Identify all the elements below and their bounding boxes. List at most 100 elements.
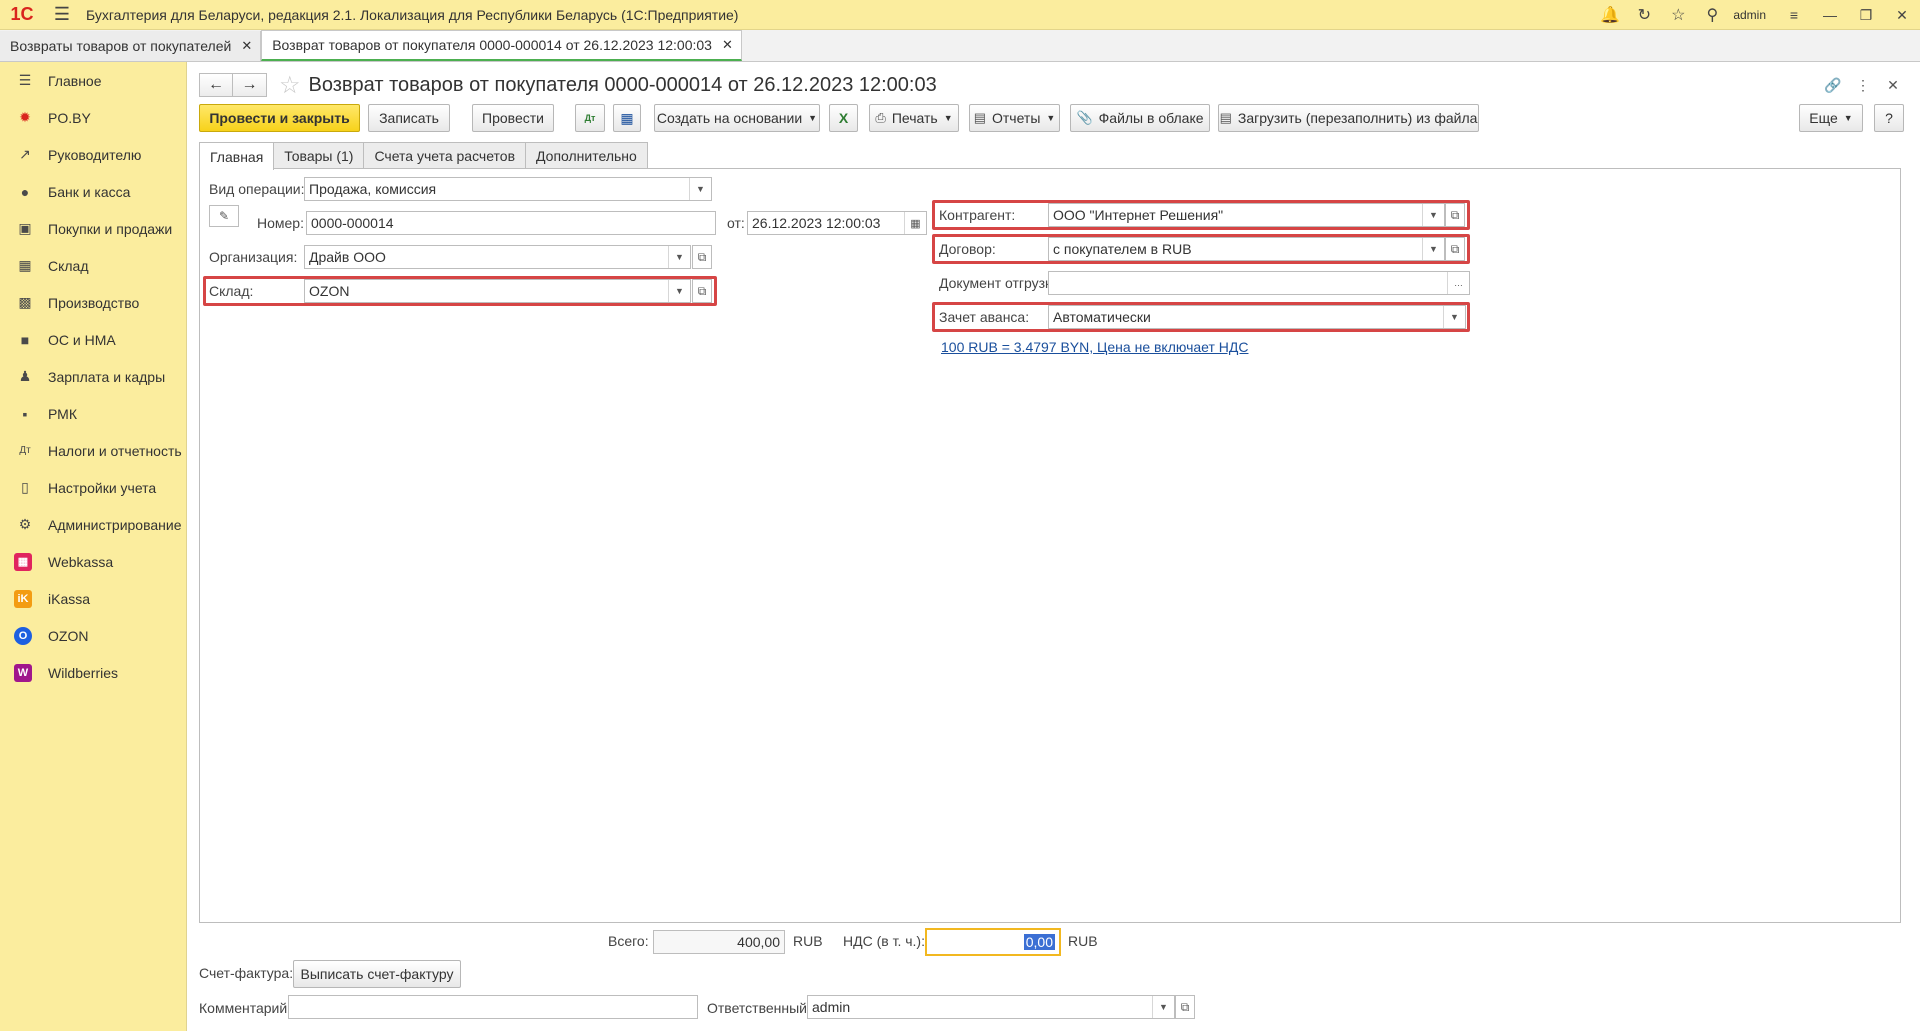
contract-field[interactable]: с покупателем в RUB ▼: [1048, 237, 1445, 261]
sidebar-item-settings[interactable]: ▯ Настройки учета: [0, 469, 186, 506]
open-icon[interactable]: ⧉: [1175, 995, 1195, 1019]
bell-icon[interactable]: 🔔: [1593, 0, 1627, 30]
sidebar-item-ikassa[interactable]: iK iKassa: [0, 580, 186, 617]
back-button[interactable]: ←: [199, 73, 233, 97]
issue-invoice-button[interactable]: Выписать счет-фактуру: [293, 960, 461, 988]
tab-returns-list[interactable]: Возвраты товаров от покупателей ✕: [0, 31, 262, 61]
operation-type-label: Вид операции:: [209, 181, 305, 197]
sidebar-item-production[interactable]: ▩ Производство: [0, 284, 186, 321]
number-edit-icon[interactable]: ✎: [209, 205, 239, 227]
excel-icon[interactable]: X: [829, 104, 858, 132]
date-field[interactable]: 26.12.2023 12:00:03 ▦: [747, 211, 927, 235]
print-button[interactable]: ⎙ Печать ▼: [869, 104, 959, 132]
help-button[interactable]: ?: [1874, 104, 1904, 132]
tab-settlement-accounts[interactable]: Счета учета расчетов: [363, 142, 527, 169]
advance-offset-field[interactable]: Автоматически ▼: [1048, 305, 1466, 329]
chevron-down-icon[interactable]: ▼: [689, 178, 711, 200]
chevron-down-icon[interactable]: ▼: [668, 280, 690, 302]
exchange-rate-link[interactable]: 100 RUB = 3.4797 BYN, Цена не включает Н…: [941, 339, 1248, 355]
create-based-on-button[interactable]: Создать на основании ▼: [654, 104, 820, 132]
reports-label: Отчеты: [991, 110, 1041, 126]
sidebar-item-taxes[interactable]: Дт Налоги и отчетность: [0, 432, 186, 469]
sidebar-item-warehouse[interactable]: ▦ Склад: [0, 247, 186, 284]
total-currency: RUB: [793, 933, 823, 949]
star-icon[interactable]: ☆: [1661, 0, 1695, 30]
post-button[interactable]: Провести: [472, 104, 554, 132]
tab-close-icon[interactable]: ✕: [241, 38, 252, 54]
minimize-icon[interactable]: —: [1812, 0, 1848, 30]
load-from-file-label: Загрузить (перезаполнить) из файла: [1237, 110, 1478, 126]
chevron-down-icon[interactable]: ▼: [1422, 204, 1444, 226]
open-icon[interactable]: ⧉: [1445, 203, 1465, 227]
gear-icon: ⚙: [18, 516, 32, 532]
shipment-doc-field[interactable]: …: [1048, 271, 1470, 295]
responsible-value: admin: [812, 999, 851, 1015]
open-icon[interactable]: ⧉: [692, 245, 712, 269]
sidebar-item-main[interactable]: ☰ Главное: [0, 62, 186, 99]
tab-return-document[interactable]: Возврат товаров от покупателя 0000-00001…: [261, 30, 742, 61]
main-tab-panel: Вид операции: Продажа, комиссия ▼ ✎ Номер…: [199, 168, 1901, 923]
organization-field[interactable]: Драйв ООО ▼: [304, 245, 691, 269]
load-from-file-button[interactable]: ▤ Загрузить (перезаполнить) из файла: [1218, 104, 1479, 132]
search-icon[interactable]: ⚲: [1695, 0, 1729, 30]
sidebar-item-ozon[interactable]: O OZON: [0, 617, 186, 654]
files-cloud-button[interactable]: 📎 Файлы в облаке: [1070, 104, 1210, 132]
close-icon[interactable]: ✕: [1884, 0, 1920, 30]
sidebar-item-webkassa[interactable]: ▦ Webkassa: [0, 543, 186, 580]
history-icon[interactable]: ↻: [1627, 0, 1661, 30]
reports-button[interactable]: ▤ Отчеты ▼: [969, 104, 1060, 132]
invoice-label: Счет-фактура:: [199, 965, 294, 981]
sidebar-item-label: Зарплата и кадры: [48, 368, 166, 385]
sidebar-item-po-by[interactable]: ✹ PO.BY: [0, 99, 186, 136]
vat-field[interactable]: 0,00: [925, 928, 1061, 956]
restore-icon[interactable]: ❐: [1848, 0, 1884, 30]
open-icon[interactable]: ⧉: [692, 279, 712, 303]
printer-icon: ⎙: [875, 110, 886, 125]
calendar-icon[interactable]: ▦: [904, 212, 926, 234]
sidebar-item-rmk[interactable]: ▪ РМК: [0, 395, 186, 432]
tab-goods[interactable]: Товары (1): [273, 142, 365, 169]
chevron-down-icon[interactable]: ▼: [1152, 996, 1174, 1018]
more-vertical-icon[interactable]: ⋮: [1848, 74, 1878, 96]
create-based-on-label: Создать на основании: [656, 110, 803, 126]
tab-label: Возвраты товаров от покупателей: [10, 38, 232, 54]
dt-kt-button-icon[interactable]: Дт: [575, 104, 605, 132]
responsible-field[interactable]: admin ▼: [807, 995, 1175, 1019]
post-and-close-button[interactable]: Провести и закрыть: [199, 104, 360, 132]
forward-button[interactable]: →: [233, 73, 267, 97]
sidebar-item-label: РМК: [48, 405, 77, 422]
favorite-star-icon[interactable]: ☆: [279, 71, 301, 100]
sidebar-item-admin[interactable]: ⚙ Администрирование: [0, 506, 186, 543]
chevron-down-icon[interactable]: ▼: [668, 246, 690, 268]
sidebar-item-manager[interactable]: ↗ Руководителю: [0, 136, 186, 173]
tab-additional[interactable]: Дополнительно: [525, 142, 648, 169]
more-button[interactable]: Еще ▼: [1799, 104, 1863, 132]
tab-close-icon[interactable]: ✕: [722, 37, 733, 53]
ellipsis-icon[interactable]: …: [1447, 272, 1469, 294]
form-header-actions: 🔗 ⋮ ✕: [1818, 74, 1908, 96]
open-icon[interactable]: ⧉: [1445, 237, 1465, 261]
tab-main[interactable]: Главная: [199, 142, 275, 170]
sidebar-item-salary[interactable]: ♟ Зарплата и кадры: [0, 358, 186, 395]
counterparty-field[interactable]: ООО "Интернет Решения" ▼: [1048, 203, 1445, 227]
save-button[interactable]: Записать: [368, 104, 450, 132]
comment-field[interactable]: [288, 995, 698, 1019]
warehouse-field[interactable]: OZON ▼: [304, 279, 691, 303]
close-form-icon[interactable]: ✕: [1878, 74, 1908, 96]
sidebar-item-bank[interactable]: ● Банк и касса: [0, 173, 186, 210]
operation-type-field[interactable]: Продажа, комиссия ▼: [304, 177, 712, 201]
sidebar-item-sales[interactable]: ▣ Покупки и продажи: [0, 210, 186, 247]
user-name[interactable]: admin: [1733, 8, 1766, 22]
counterparty-value: ООО "Интернет Решения": [1053, 207, 1224, 223]
chevron-down-icon[interactable]: ▼: [1443, 306, 1465, 328]
main-menu-icon[interactable]: ☰: [44, 0, 80, 30]
chevron-down-icon[interactable]: ▼: [1422, 238, 1444, 260]
link-icon[interactable]: 🔗: [1818, 74, 1848, 96]
structure-icon[interactable]: ▦: [613, 104, 641, 132]
number-value: 0000-000014: [311, 215, 394, 231]
sidebar-item-fixed-assets[interactable]: ■ ОС и НМА: [0, 321, 186, 358]
number-field[interactable]: 0000-000014: [306, 211, 716, 235]
sidebar-item-label: Покупки и продажи: [48, 220, 173, 237]
settings-menu-icon[interactable]: ≡: [1776, 0, 1812, 30]
sidebar-item-wildberries[interactable]: W Wildberries: [0, 654, 186, 691]
